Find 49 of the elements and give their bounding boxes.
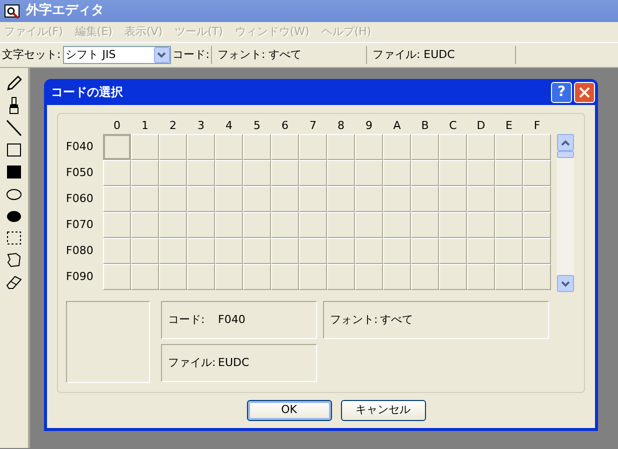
- column-header: B: [420, 118, 430, 134]
- column-header: D: [476, 118, 486, 134]
- column-header: C: [448, 118, 458, 134]
- column-header: 9: [364, 118, 374, 134]
- info-value: すべて: [380, 312, 413, 328]
- column-header: 6: [280, 118, 290, 134]
- app-icon: [4, 3, 20, 19]
- info-label: コード:: [168, 312, 206, 328]
- row-header: F080: [66, 242, 94, 259]
- font-status: フォント: すべて: [216, 46, 303, 63]
- info-label: フォント:: [330, 312, 379, 328]
- line-icon[interactable]: [5, 118, 23, 137]
- info-value: F040: [218, 312, 246, 328]
- scroll-thumb[interactable]: [557, 151, 574, 158]
- close-button[interactable]: [574, 82, 595, 102]
- column-header: 8: [336, 118, 346, 134]
- dialog-title: コードの選択: [51, 84, 123, 101]
- column-header: A: [392, 118, 402, 134]
- scroll-up-button[interactable]: [557, 134, 574, 151]
- dialog-button[interactable]: OK: [246, 400, 332, 421]
- code-status: コード:: [172, 46, 210, 63]
- column-header: 7: [308, 118, 318, 134]
- column-header: 5: [252, 118, 262, 134]
- close-icon: [579, 86, 590, 98]
- pencil-icon[interactable]: [5, 74, 23, 93]
- column-header: 0: [112, 118, 122, 134]
- row-header: F090: [66, 268, 94, 285]
- column-header: F: [532, 118, 542, 134]
- row-header: F070: [66, 216, 94, 233]
- scroll-down-button[interactable]: [557, 275, 574, 292]
- column-header: 3: [196, 118, 206, 134]
- help-button[interactable]: ?: [551, 82, 572, 102]
- info-value: EUDC: [218, 354, 250, 371]
- vertical-scrollbar[interactable]: [557, 134, 574, 292]
- freeform-select-icon[interactable]: [5, 250, 23, 269]
- window-title: 外字エディタ: [26, 2, 104, 20]
- dialog-button[interactable]: キャンセル: [340, 400, 426, 421]
- column-header: E: [504, 118, 514, 134]
- file-status: ファイル: EUDC: [371, 46, 456, 63]
- info-label: ファイル:: [168, 354, 217, 371]
- column-header: 1: [140, 118, 150, 134]
- row-header: F050: [66, 164, 94, 181]
- row-header: F040: [66, 138, 94, 155]
- row-header: F060: [66, 190, 94, 207]
- charset-label: 文字セット:: [1, 46, 62, 63]
- character-cell[interactable]: [103, 134, 131, 160]
- column-header: 4: [224, 118, 234, 134]
- charset-dropdown[interactable]: シフト JIS: [62, 46, 171, 64]
- column-header: 2: [168, 118, 178, 134]
